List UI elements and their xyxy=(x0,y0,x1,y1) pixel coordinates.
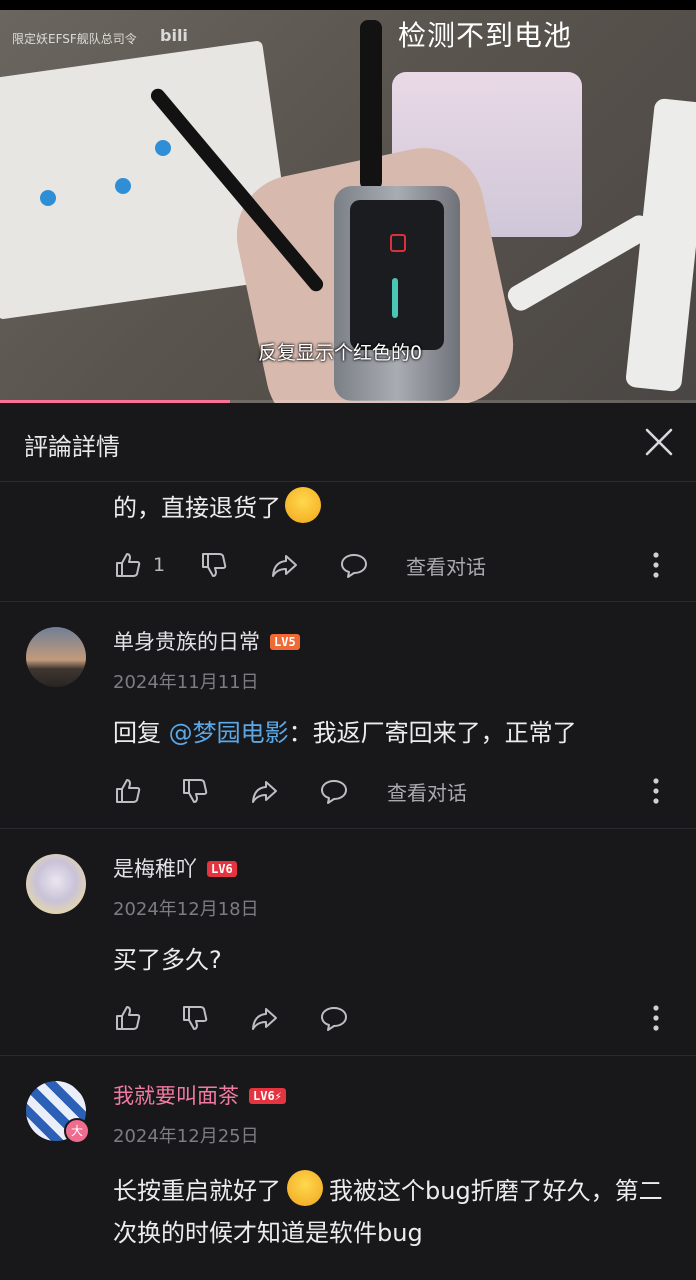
dislike-button[interactable] xyxy=(180,1001,210,1035)
reply-button[interactable] xyxy=(319,1001,349,1035)
comment-text: 的，直接退货了 xyxy=(113,494,281,522)
comment-item: 大 我就要叫面茶 LV6⚡ 2024年12月25日 长按重启就好了 我被这个bug折… xyxy=(0,1056,696,1280)
username-text: 我就要叫面茶 xyxy=(113,1084,239,1108)
more-options-button[interactable] xyxy=(646,1001,666,1035)
comment-date: 2024年12月25日 xyxy=(113,1126,259,1147)
username[interactable]: 我就要叫面茶 LV6⚡ xyxy=(113,1080,286,1110)
like-button[interactable]: 1 xyxy=(113,548,165,582)
comment-actions: 查看对话 xyxy=(113,774,673,808)
usb-cable xyxy=(360,20,382,190)
comment-item: 的，直接退货了 1 查看对话 xyxy=(0,481,696,601)
comment-date: 2024年11月11日 xyxy=(113,672,259,693)
thumbs-down-icon xyxy=(202,553,227,577)
more-options-button[interactable] xyxy=(646,548,666,582)
username[interactable]: 单身贵族的日常 LV5 xyxy=(113,626,300,656)
video-player[interactable]: 限定妖EFSF舰队总司令 bili 检测不到电池 反复显示个红色的0 xyxy=(0,0,696,403)
strip-button xyxy=(155,140,171,156)
like-count: 1 xyxy=(153,554,166,576)
thumbs-up-icon xyxy=(116,779,141,803)
crying-laugh-emoji xyxy=(287,1170,323,1206)
username-text: 单身贵族的日常 xyxy=(113,630,260,654)
view-conversation-link[interactable]: 查看对话 xyxy=(387,774,467,808)
more-options-button[interactable] xyxy=(646,774,666,808)
avatar-badge: 大 xyxy=(64,1118,90,1144)
username[interactable]: 是梅稚吖 LV6 xyxy=(113,853,237,883)
share-icon xyxy=(272,555,297,577)
view-conversation-link[interactable]: 查看对话 xyxy=(406,548,486,582)
bilibili-logo: bili xyxy=(160,26,188,45)
share-icon xyxy=(252,1008,277,1030)
avatar[interactable] xyxy=(26,854,86,914)
video-subtitle: 反复显示个红色的0 xyxy=(258,342,423,364)
charge-indicator xyxy=(392,278,398,318)
reply-button[interactable] xyxy=(319,774,349,808)
comment-text: ：我返厂寄回来了，正常了 xyxy=(288,719,577,747)
video-watermark: 限定妖EFSF舰队总司令 xyxy=(12,32,137,46)
close-button[interactable] xyxy=(642,425,676,459)
comment-bubble-icon xyxy=(321,780,347,804)
strip-button xyxy=(40,190,56,206)
share-button[interactable] xyxy=(249,1001,279,1035)
share-icon xyxy=(252,781,277,803)
close-icon xyxy=(645,428,673,456)
more-vertical-icon xyxy=(653,552,659,578)
comment-body: 的，直接退货了 xyxy=(113,487,672,529)
status-bar xyxy=(0,0,696,10)
level-badge: LV6⚡ xyxy=(249,1088,286,1104)
comment-detail-header: 評論詳情 xyxy=(0,403,696,482)
video-overlay-title: 检测不到电池 xyxy=(398,19,573,52)
comment-item: 是梅稚吖 LV6 2024年12月18日 买了多久? xyxy=(0,829,696,1055)
thumbs-down-icon xyxy=(183,1006,208,1030)
red-zero-indicator xyxy=(390,234,406,252)
comment-date: 2024年12月18日 xyxy=(113,899,259,920)
strip-button xyxy=(115,178,131,194)
power-bank xyxy=(334,186,460,401)
comment-actions xyxy=(113,1001,673,1035)
more-vertical-icon xyxy=(653,1005,659,1031)
comment-body: 长按重启就好了 我被这个bug折磨了好久，第二次换的时候才知道是软件bug xyxy=(113,1170,672,1254)
laughing-face-emoji xyxy=(285,487,321,523)
power-bank-display xyxy=(350,200,444,350)
avatar[interactable] xyxy=(26,627,86,687)
user-mention-link[interactable]: @梦园电影 xyxy=(169,719,289,747)
comment-body: 买了多久? xyxy=(113,946,222,974)
dislike-button[interactable] xyxy=(180,774,210,808)
thumbs-up-icon xyxy=(116,1006,141,1030)
comment-item: 单身贵族的日常 LV5 2024年11月11日 回复 @梦园电影：我返厂寄回来了，… xyxy=(0,602,696,828)
comment-body: 回复 @梦园电影：我返厂寄回来了，正常了 xyxy=(113,712,672,754)
view-conversation-label: 查看对话 xyxy=(387,780,467,805)
view-conversation-label: 查看对话 xyxy=(406,554,486,579)
comment-actions: 1 查看对话 xyxy=(113,548,673,582)
page-title: 評論詳情 xyxy=(24,433,120,461)
more-vertical-icon xyxy=(653,778,659,804)
thumbs-up-icon xyxy=(116,553,141,577)
comment-bubble-icon xyxy=(341,554,367,578)
comment-text: 长按重启就好了 xyxy=(113,1177,281,1205)
reply-prefix: 回复 xyxy=(113,719,169,747)
level-badge: LV5 xyxy=(270,634,300,650)
share-button[interactable] xyxy=(249,774,279,808)
comment-bubble-icon xyxy=(321,1007,347,1031)
username-text: 是梅稚吖 xyxy=(113,857,197,881)
share-button[interactable] xyxy=(269,548,299,582)
dislike-button[interactable] xyxy=(199,548,229,582)
reply-button[interactable] xyxy=(339,548,369,582)
like-button[interactable] xyxy=(113,774,143,808)
like-button[interactable] xyxy=(113,1001,143,1035)
level-badge: LV6 xyxy=(207,861,237,877)
thumbs-down-icon xyxy=(183,779,208,803)
